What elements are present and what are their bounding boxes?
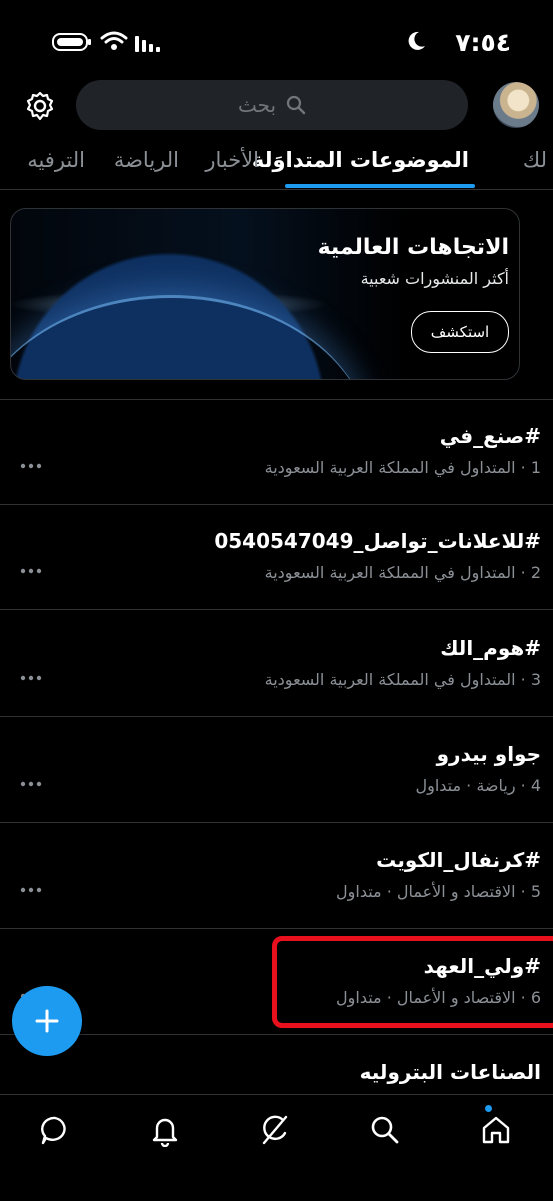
top-header: بحث	[0, 80, 553, 132]
trend-item[interactable]: #صنع_في 1 · المتداول في المملكة العربية …	[0, 400, 553, 505]
search-icon[interactable]	[368, 1113, 402, 1147]
signal-icon	[135, 36, 160, 52]
trend-item[interactable]: #ولي_العهد 6 · الاقتصاد و الأعمال · متدا…	[0, 930, 553, 1035]
more-options-icon[interactable]	[20, 458, 42, 474]
global-trends-card[interactable]: الاتجاهات العالمية أكثر المنشورات شعبية …	[10, 208, 520, 380]
explore-button[interactable]: استكشف	[411, 311, 509, 353]
search-icon	[286, 95, 306, 115]
trend-meta: 4 · رياضة · متداول	[415, 776, 541, 795]
bottom-navigation	[0, 1094, 553, 1201]
compose-button[interactable]	[12, 986, 82, 1056]
plus-icon	[35, 1009, 59, 1033]
chat-icon[interactable]	[38, 1113, 72, 1147]
grok-icon[interactable]	[258, 1113, 292, 1147]
trend-meta: 5 · الاقتصاد و الأعمال · متداول	[336, 882, 541, 901]
trend-title: الصناعات البتروليه	[359, 1060, 541, 1084]
more-options-icon[interactable]	[20, 670, 42, 686]
notification-dot	[485, 1105, 492, 1112]
trend-meta: 3 · المتداول في المملكة العربية السعودية	[264, 670, 541, 689]
wifi-icon	[100, 31, 128, 50]
avatar[interactable]	[493, 82, 539, 128]
tab-news[interactable]: الأخبار	[205, 148, 259, 172]
tab-for-you[interactable]: لك	[523, 148, 547, 172]
more-options-icon[interactable]	[20, 882, 42, 898]
home-icon[interactable]	[479, 1113, 513, 1147]
trend-title: #هوم_الك	[440, 636, 541, 660]
trend-item[interactable]: #للاعلانات_تواصل_0540547049 2 · المتداول…	[0, 505, 553, 610]
trend-title: #صنع_في	[439, 424, 541, 448]
trend-item[interactable]: جواو بيدرو 4 · رياضة · متداول	[0, 718, 553, 823]
trend-title: جواو بيدرو	[436, 742, 541, 766]
trend-title: #كرنفال_الكويت	[376, 848, 541, 872]
more-options-icon[interactable]	[20, 776, 42, 792]
trend-item[interactable]: #هوم_الك 3 · المتداول في المملكة العربية…	[0, 612, 553, 717]
trend-meta: 6 · الاقتصاد و الأعمال · متداول	[336, 988, 541, 1007]
tab-entertainment[interactable]: الترفيه	[27, 148, 85, 172]
tab-trending[interactable]: الموضوعات المتداوَلة	[252, 148, 469, 172]
status-bar: ٧:٥٤	[0, 0, 553, 84]
card-title: الاتجاهات العالمية	[317, 235, 509, 260]
trend-title: #ولي_العهد	[423, 954, 541, 978]
globe-image	[11, 295, 371, 379]
divider	[0, 189, 553, 190]
trend-item[interactable]: #كرنفال_الكويت 5 · الاقتصاد و الأعمال · …	[0, 824, 553, 929]
gear-icon[interactable]	[24, 90, 56, 122]
active-tab-indicator	[285, 184, 475, 188]
trend-meta: 2 · المتداول في المملكة العربية السعودية	[264, 563, 541, 582]
category-tabs: لك الموضوعات المتداوَلة الأخبار الرياضة …	[0, 140, 553, 190]
search-placeholder: بحث	[237, 93, 277, 117]
more-options-icon[interactable]	[20, 563, 42, 579]
trend-meta: 1 · المتداول في المملكة العربية السعودية	[264, 458, 541, 477]
trend-title: #للاعلانات_تواصل_0540547049	[214, 529, 541, 553]
bell-icon[interactable]	[148, 1113, 182, 1147]
card-subtitle: أكثر المنشورات شعبية	[360, 269, 509, 288]
moon-icon	[408, 31, 425, 50]
tab-sports[interactable]: الرياضة	[114, 148, 179, 172]
search-input[interactable]: بحث	[76, 80, 468, 130]
battery-icon	[52, 33, 91, 51]
status-time: ٧:٥٤	[455, 28, 511, 57]
